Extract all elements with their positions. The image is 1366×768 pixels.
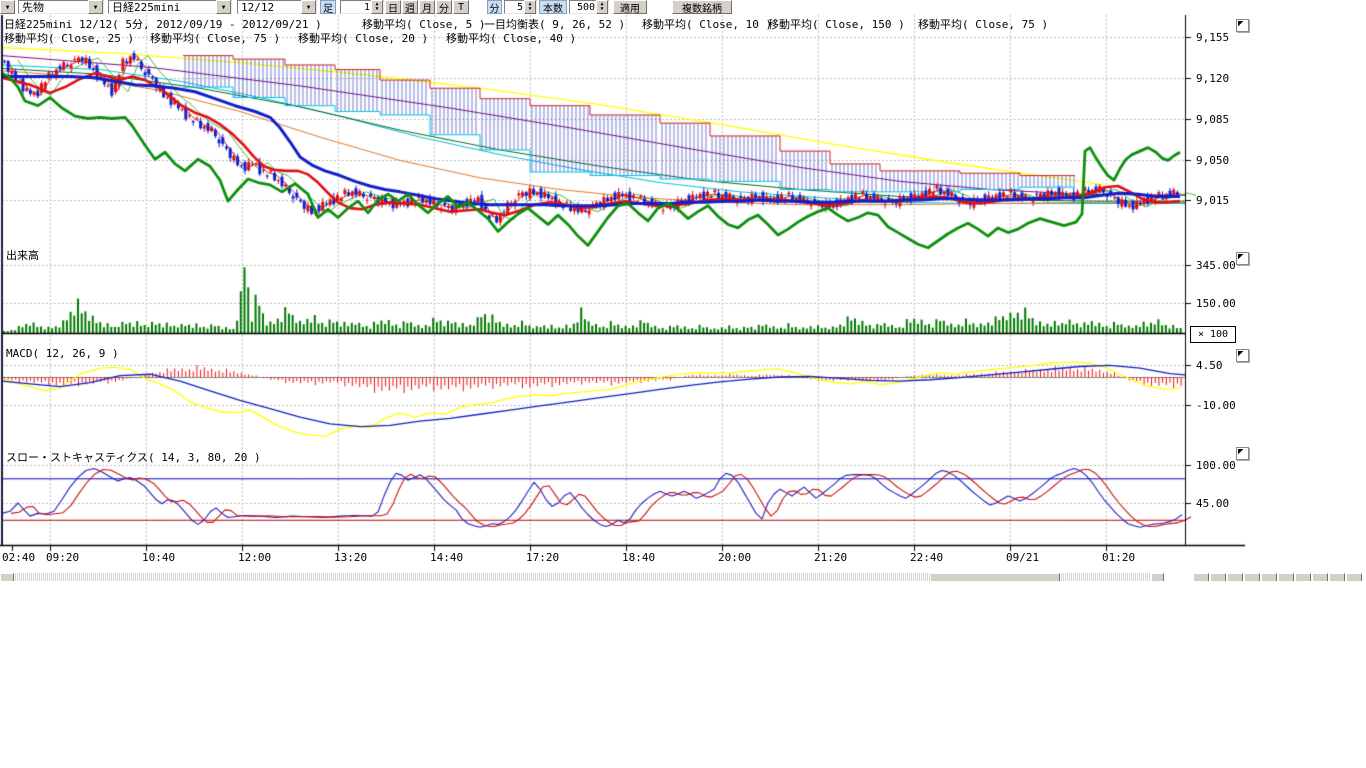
symbol-select-value: 日経225mini [112,0,180,15]
time-axis-label: 02:40 [2,551,35,564]
time-axis-label: 17:20 [526,551,559,564]
spinner-arrows-icon[interactable]: ▲▼ [524,0,536,14]
time-axis-label: 14:40 [430,551,463,564]
pane-scale-button[interactable]: ◤ [1236,349,1249,362]
mini-toolbar-button[interactable] [1227,573,1243,581]
period-button-3[interactable]: 月 [419,0,435,14]
market-select-value: 先物 [22,0,44,15]
period-button-4[interactable]: 分 [436,0,452,14]
spinner-arrows-icon[interactable]: ▲▼ [371,0,383,14]
stoch-axis-label: 100.00 [1196,459,1236,472]
legend-row1-item: 移動平均( Close, 10 ) [642,16,772,32]
legend-row2-item: 移動平均( Close, 25 ) [4,30,134,46]
time-axis-label: 21:20 [814,551,847,564]
minutes-value: 5 [505,2,524,13]
stoch-axis-label: 45.00 [1196,497,1229,510]
period-button-2[interactable]: 週 [402,0,418,14]
time-axis-label: 12:00 [238,551,271,564]
scrollbar-left-button[interactable] [0,573,14,581]
mini-toolbar-button[interactable] [1244,573,1260,581]
pane-scale-button[interactable]: ◤ [1236,252,1249,265]
scrollbar-thumb[interactable] [930,573,1060,581]
chart-canvas[interactable] [0,0,1250,582]
interval-spinner[interactable]: 1 ▲▼ [340,0,384,14]
interval-value: 1 [341,2,371,13]
time-axis-label: 20:00 [718,551,751,564]
price-axis-label: 9,015 [1196,194,1229,207]
chevron-down-icon[interactable]: ▼ [88,0,103,14]
chevron-down-icon[interactable]: ▼ [216,0,231,14]
mini-toolbar-button[interactable] [1278,573,1294,581]
legend-row1-item: 移動平均( Close, 75 ) [918,16,1048,32]
toolbar: ▼ 先物 ▼ 日経225mini ▼ 12/12 ▼ 足 1 ▲▼ 日週月分T … [0,0,1366,15]
time-axis-label: 22:40 [910,551,943,564]
macd-pane-label: MACD( 12, 26, 9 ) [6,347,119,360]
market-select[interactable]: 先物 ▼ [18,0,104,14]
mini-toolbar-button[interactable] [1261,573,1277,581]
multi-symbol-button[interactable]: 複数銘柄 [672,0,732,14]
horizontal-scrollbar[interactable] [0,573,1366,581]
pane-scale-button[interactable]: ◤ [1236,447,1249,460]
macd-axis-label: -10.00 [1196,399,1236,412]
mini-toolbar-button[interactable] [1210,573,1226,581]
volume-axis-label: 150.00 [1196,297,1236,310]
apply-button[interactable]: 適用 [613,0,647,14]
trading-app-window: ▼ 先物 ▼ 日経225mini ▼ 12/12 ▼ 足 1 ▲▼ 日週月分T … [0,0,1366,768]
spinner-arrows-icon[interactable]: ▲▼ [596,0,608,14]
period-button-5[interactable]: T [453,0,469,14]
bar-count-value: 500 [570,2,596,13]
mini-toolbar-button[interactable] [1295,573,1311,581]
macd-axis-label: 4.50 [1196,359,1223,372]
scrollbar-track[interactable] [1060,573,1150,581]
price-axis-label: 9,085 [1196,113,1229,126]
mini-toolbar-button[interactable] [1346,573,1362,581]
volume-multiplier-box: × 100 [1190,326,1236,343]
time-axis-label: 13:20 [334,551,367,564]
mini-toolbar-button[interactable] [1312,573,1328,581]
pane-scale-button[interactable]: ◤ [1236,19,1249,32]
legend-row2-item: 移動平均( Close, 40 ) [446,30,576,46]
period-button-1[interactable]: 日 [385,0,401,14]
mini-toolbar-button[interactable] [1193,573,1209,581]
volume-axis-label: 345.00 [1196,259,1236,272]
time-axis-label: 10:40 [142,551,175,564]
bar-count-chip: 本数 [539,0,567,14]
time-axis-label: 01:20 [1102,551,1135,564]
price-axis-label: 9,155 [1196,31,1229,44]
price-axis-label: 9,050 [1196,154,1229,167]
legend-row2-item: 移動平均( Close, 75 ) [150,30,280,46]
price-axis-label: 9,120 [1196,72,1229,85]
contract-select[interactable]: 12/12 ▼ [237,0,317,14]
scrollbar-right-button[interactable] [1151,573,1164,581]
window-drop-button[interactable]: ▼ [0,0,15,14]
stochastics-pane-label: スロー・ストキャスティクス( 14, 3, 80, 20 ) [6,449,261,465]
scrollbar-track[interactable] [14,573,930,581]
chevron-down-icon[interactable]: ▼ [301,0,316,14]
bar-count-spinner[interactable]: 500 ▲▼ [569,0,609,14]
bar-type-chip: 足 [320,0,336,14]
minutes-spinner[interactable]: 5 ▲▼ [504,0,537,14]
legend-row2-item: 移動平均( Close, 20 ) [298,30,428,46]
time-axis-label: 09/21 [1006,551,1039,564]
mini-toolbar-button[interactable] [1329,573,1345,581]
time-axis-label: 18:40 [622,551,655,564]
time-axis-label: 09:20 [46,551,79,564]
symbol-select[interactable]: 日経225mini ▼ [108,0,232,14]
minute-chip: 分 [487,0,502,14]
volume-pane-label: 出来高 [6,247,39,263]
legend-row1-item: 移動平均( Close, 150 ) [768,16,905,32]
contract-select-value: 12/12 [241,1,274,14]
